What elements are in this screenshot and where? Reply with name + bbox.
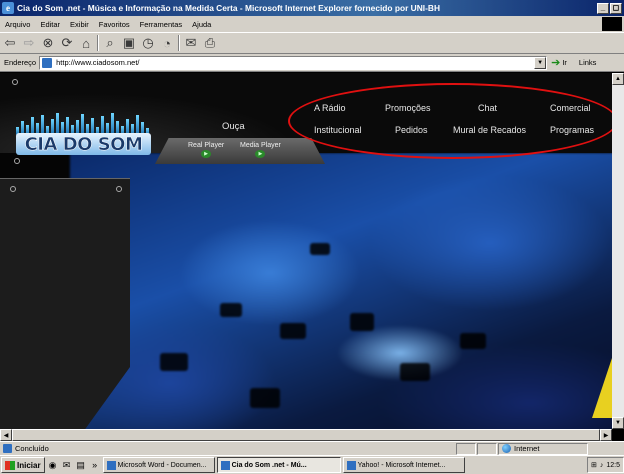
scroll-right-icon[interactable]: ▶	[600, 429, 612, 441]
listen-label: Ouça	[222, 121, 245, 132]
scroll-left-icon[interactable]: ◀	[0, 429, 12, 441]
links-button[interactable]: Links	[579, 58, 597, 67]
forward-icon[interactable]: ⇨	[21, 35, 37, 51]
menu-bar: Arquivo Editar Exibir Favoritos Ferramen…	[0, 16, 624, 32]
home-icon[interactable]: ⌂	[78, 35, 94, 51]
go-button[interactable]: ➔ Ir	[551, 56, 567, 69]
title-bar: e Cia do Som .net - Música e Informação …	[0, 0, 624, 16]
search-icon[interactable]: ⌕	[102, 35, 118, 51]
window-title: Cia do Som .net - Música e Informação na…	[17, 3, 440, 13]
mail-icon[interactable]: ✉	[183, 35, 199, 51]
play-icon: ▶	[255, 150, 266, 158]
scroll-down-icon[interactable]: ▼	[612, 417, 624, 429]
page-done-icon	[3, 444, 12, 453]
maximize-button[interactable]: ◻	[610, 2, 622, 14]
address-input[interactable]: http://www.ciadosom.net/ ▼	[39, 55, 548, 70]
real-player-button[interactable]: Real Player ▶	[188, 142, 224, 158]
start-label: Iniciar	[17, 460, 41, 470]
chevron-down-icon[interactable]: ▼	[534, 56, 547, 69]
site-logo[interactable]: CIA DO SOM	[16, 111, 151, 161]
go-label: Ir	[562, 58, 567, 67]
corner-dot-icon	[12, 79, 18, 85]
task-label: Yahoo! - Microsoft Internet...	[357, 461, 446, 469]
volume-icon[interactable]: ♪	[600, 462, 604, 469]
address-url[interactable]: http://www.ciadosom.net/	[56, 58, 534, 67]
address-label: Endereço	[4, 58, 37, 67]
address-bar: Endereço http://www.ciadosom.net/ ▼ ➔ Ir…	[0, 54, 624, 72]
logo-text: CIA DO SOM	[16, 133, 151, 155]
status-bar: Concluído Internet	[0, 441, 624, 455]
left-panel	[0, 178, 130, 429]
menu-ferramentas[interactable]: Ferramentas	[135, 20, 188, 29]
clock[interactable]: 12:5	[606, 462, 620, 469]
status-panel	[456, 442, 476, 455]
menu-arquivo[interactable]: Arquivo	[0, 20, 35, 29]
ie-icon	[220, 460, 230, 470]
windows-logo-icon	[602, 17, 622, 31]
system-tray: ⊞ ♪ 12:5	[587, 457, 624, 473]
minimize-button[interactable]: _	[597, 2, 609, 14]
scroll-up-icon[interactable]: ▲	[612, 73, 624, 85]
highlight-ellipse	[288, 83, 612, 159]
media-player-button[interactable]: Media Player ▶	[240, 142, 281, 158]
task-label: Microsoft Word - Documen...	[117, 461, 207, 469]
ie-icon: e	[2, 2, 14, 14]
background-photo	[70, 153, 612, 429]
toolbar: ⇦ ⇨ ⊗ ⟳ ⌂ ⌕ ▣ ◷ ◔ ✉ ⎙	[0, 32, 624, 54]
page-content: CIA DO SOM Ouça Real Player ▶ Media Play…	[0, 73, 612, 429]
task-label: Cia do Som .net - Mú...	[231, 461, 307, 469]
print-icon[interactable]: ⎙	[202, 35, 218, 51]
security-zone: Internet	[498, 442, 588, 455]
scroll-thumb[interactable]	[12, 429, 600, 441]
horizontal-scrollbar[interactable]: ◀ ▶	[0, 429, 612, 441]
quicklaunch-desktop-icon[interactable]: ▤	[75, 459, 87, 471]
stop-icon[interactable]: ⊗	[40, 35, 56, 51]
quicklaunch-outlook-icon[interactable]: ✉	[61, 459, 73, 471]
status-text: Concluído	[15, 444, 49, 453]
channels-icon[interactable]: ◔	[159, 35, 175, 51]
menu-exibir[interactable]: Exibir	[65, 20, 94, 29]
task-yahoo[interactable]: Yahoo! - Microsoft Internet...	[342, 457, 465, 473]
play-icon: ▶	[201, 150, 212, 158]
vertical-scrollbar[interactable]: ▲ ▼	[612, 73, 624, 429]
back-icon[interactable]: ⇦	[2, 35, 18, 51]
quicklaunch-more-icon[interactable]: »	[89, 459, 101, 471]
corner-dot-icon	[10, 186, 16, 192]
menu-editar[interactable]: Editar	[35, 20, 65, 29]
menu-ajuda[interactable]: Ajuda	[187, 20, 216, 29]
network-icon[interactable]: ⊞	[591, 461, 597, 469]
start-button[interactable]: Iniciar	[1, 457, 45, 473]
task-word[interactable]: Microsoft Word - Documen...	[102, 457, 215, 473]
history-icon[interactable]: ◷	[140, 35, 156, 51]
refresh-icon[interactable]: ⟳	[59, 35, 75, 51]
windows-flag-icon	[5, 460, 15, 470]
zone-label: Internet	[514, 444, 540, 453]
media-player-label: Media Player	[240, 142, 281, 149]
toolbar-separator	[178, 35, 180, 51]
taskbar: Iniciar ◉ ✉ ▤ » Microsoft Word - Documen…	[0, 455, 624, 474]
page-icon	[42, 57, 53, 68]
toolbar-separator	[97, 35, 99, 51]
word-icon	[106, 460, 116, 470]
menu-favoritos[interactable]: Favoritos	[94, 20, 135, 29]
real-player-label: Real Player	[188, 142, 225, 149]
ie-icon	[346, 460, 356, 470]
task-cia-do-som[interactable]: Cia do Som .net - Mú...	[216, 457, 341, 473]
quicklaunch-ie-icon[interactable]: ◉	[47, 459, 59, 471]
go-arrow-icon: ➔	[551, 57, 561, 69]
corner-dot-icon	[116, 186, 122, 192]
favorites-icon[interactable]: ▣	[121, 35, 137, 51]
status-panel	[477, 442, 497, 455]
globe-icon	[502, 444, 511, 453]
equalizer-icon	[16, 111, 151, 135]
